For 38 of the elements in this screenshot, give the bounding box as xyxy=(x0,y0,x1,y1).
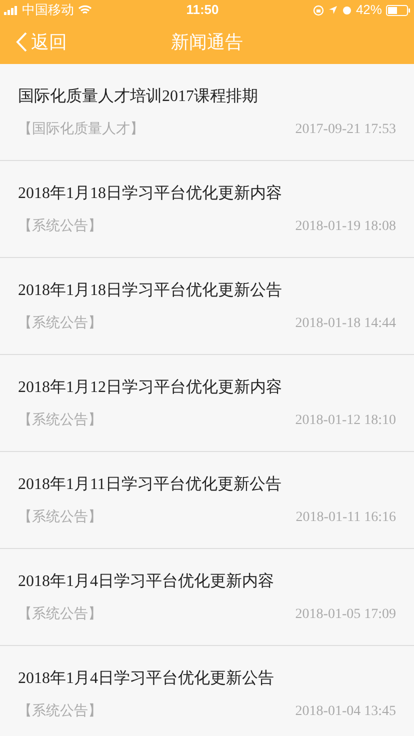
battery-icon xyxy=(386,4,410,16)
news-category: 【系统公告】 xyxy=(18,702,102,721)
news-item[interactable]: 2018年1月18日学习平台优化更新内容 【系统公告】 2018-01-19 18:08 xyxy=(0,161,414,258)
rotation-lock-icon xyxy=(312,4,324,16)
battery-percent: 42% xyxy=(356,1,382,20)
news-date: 2018-01-11 16:16 xyxy=(296,509,396,527)
news-category: 【系统公告】 xyxy=(18,508,102,527)
news-title: 2018年1月18日学习平台优化更新内容 xyxy=(18,184,283,204)
news-title: 国际化质量人才培训2017课程排期 xyxy=(18,86,259,107)
news-date: 2018-01-04 13:45 xyxy=(295,703,396,721)
news-item[interactable]: 国际化质量人才培训2017课程排期 【国际化质量人才】 2017-09-21 17:53 xyxy=(0,64,414,161)
news-title: 2018年1月12日学习平台优化更新内容 xyxy=(18,378,283,398)
page-title: 新闻通告 xyxy=(171,30,243,54)
news-date: 2018-01-05 17:09 xyxy=(295,606,396,624)
signal-icon xyxy=(4,6,18,14)
carrier-name: 中国移动 xyxy=(22,1,74,20)
news-category: 【系统公告】 xyxy=(18,314,102,333)
news-date: 2018-01-18 14:44 xyxy=(295,315,396,333)
wifi-icon xyxy=(78,5,92,15)
news-category: 【系统公告】 xyxy=(18,411,102,430)
news-item[interactable]: 2018年1月4日学习平台优化更新公告 【系统公告】 2018-01-04 13:45 xyxy=(0,646,414,736)
news-item[interactable]: 2018年1月12日学习平台优化更新内容 【系统公告】 2018-01-12 18:10 xyxy=(0,355,414,452)
news-category: 【国际化质量人才】 xyxy=(18,120,144,139)
news-category: 【系统公告】 xyxy=(18,217,102,236)
news-date: 2018-01-12 18:10 xyxy=(295,412,396,430)
news-item[interactable]: 2018年1月18日学习平台优化更新公告 【系统公告】 2018-01-18 14:44 xyxy=(0,258,414,355)
news-title: 2018年1月4日学习平台优化更新内容 xyxy=(18,572,275,592)
news-item[interactable]: 2018年1月4日学习平台优化更新内容 【系统公告】 2018-01-05 17:09 xyxy=(0,549,414,646)
chevron-left-icon xyxy=(16,32,27,52)
news-title: 2018年1月18日学习平台优化更新公告 xyxy=(18,280,283,301)
news-date: 2018-01-19 18:08 xyxy=(295,218,396,236)
news-title: 2018年1月11日学习平台优化更新公告 xyxy=(18,474,282,495)
news-category: 【系统公告】 xyxy=(18,605,102,624)
location-icon xyxy=(328,5,338,15)
news-title: 2018年1月4日学习平台优化更新公告 xyxy=(18,668,275,689)
news-item[interactable]: 2018年1月11日学习平台优化更新公告 【系统公告】 2018-01-11 16:16 xyxy=(0,452,414,549)
status-time: 11:50 xyxy=(186,1,219,20)
news-date: 2017-09-21 17:53 xyxy=(295,121,396,139)
